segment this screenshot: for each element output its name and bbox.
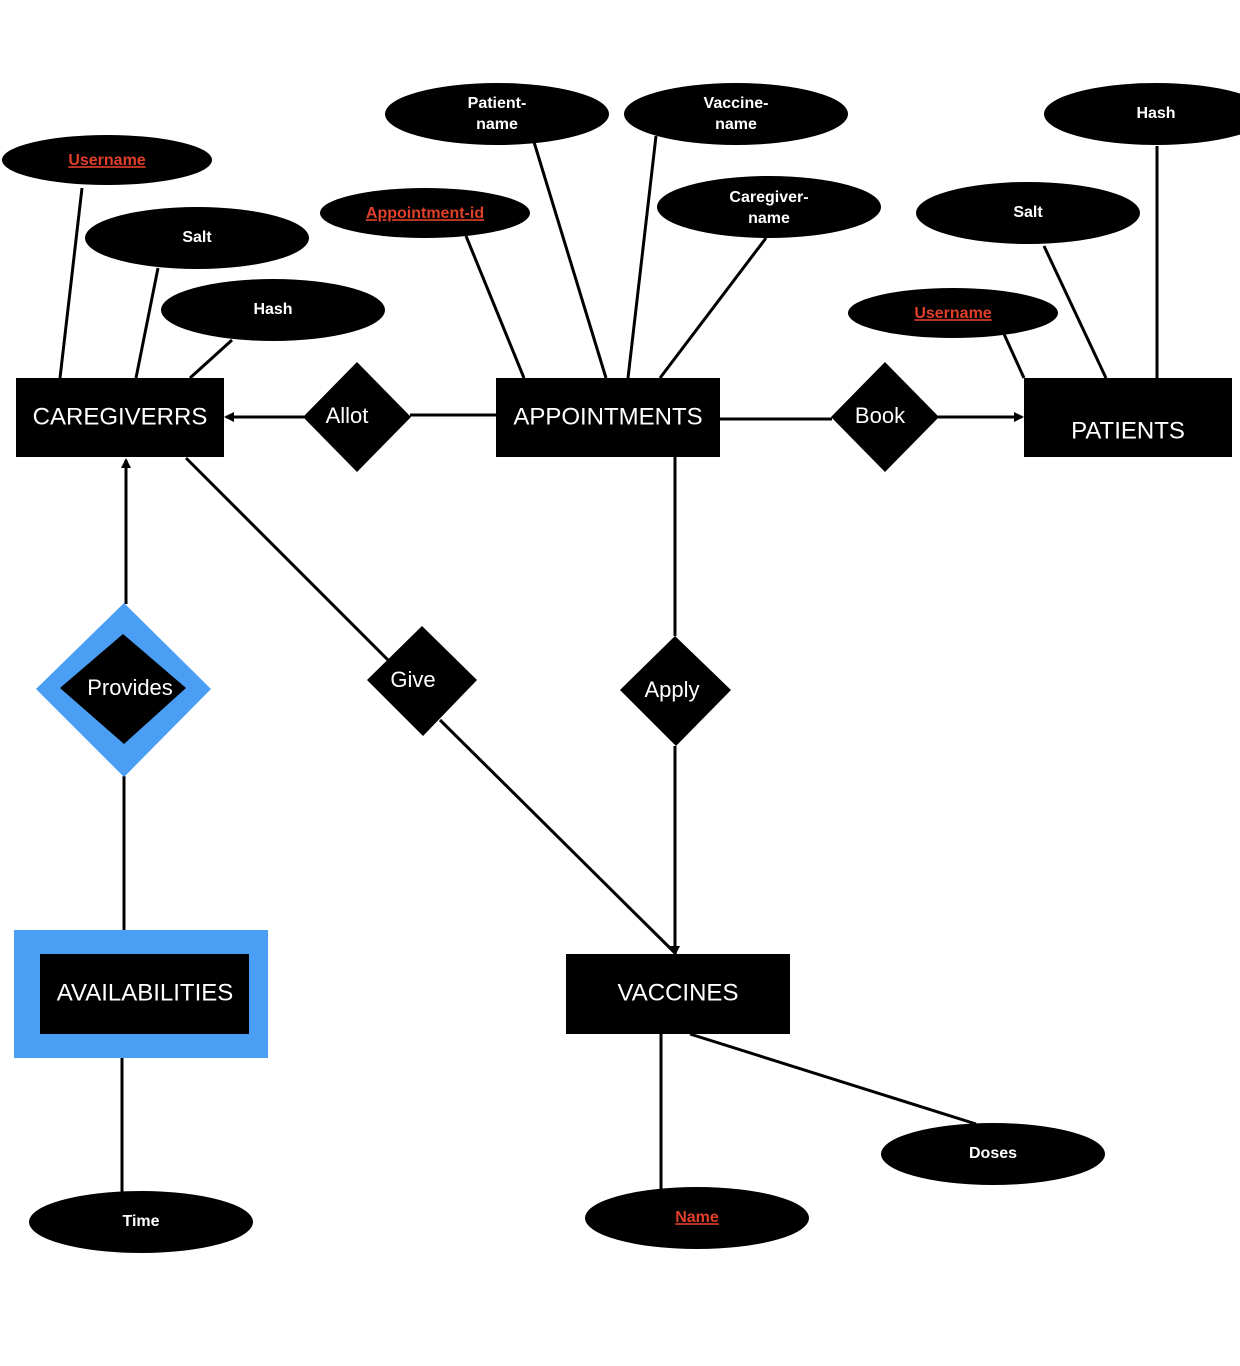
connector-vaccine-name	[626, 135, 658, 379]
attribute-caregiver-name[interactable]: Caregiver- name	[657, 176, 881, 238]
attribute-patient-hash-label: Hash	[1136, 105, 1175, 122]
attribute-vaccine-name-line1: Vaccine-	[704, 95, 769, 112]
weak-entity-availabilities[interactable]: AVAILABILITIES	[14, 930, 268, 1058]
attribute-patient-name[interactable]: Patient- name	[385, 83, 609, 145]
attribute-caregiver-name-line2: name	[748, 210, 790, 227]
entity-patients[interactable]: PATIENTS	[1024, 378, 1232, 457]
relationship-allot-label: Allot	[326, 403, 369, 428]
relationship-apply[interactable]: Apply	[620, 636, 731, 746]
connector-appointment-id	[464, 235, 526, 379]
attribute-caregiver-username-label: Username	[68, 152, 145, 169]
attribute-patient-salt-label: Salt	[1013, 204, 1043, 221]
attribute-appointment-id[interactable]: Appointment-id	[320, 188, 530, 238]
attribute-vaccine-name-key-label: Name	[675, 1209, 719, 1226]
attribute-patient-name-line2: name	[476, 116, 518, 133]
connector-patient-name	[532, 141, 608, 379]
attribute-patient-hash[interactable]: Hash	[1044, 83, 1240, 145]
attribute-vaccine-name-key[interactable]: Name	[585, 1187, 809, 1249]
attribute-patient-name-line1: Patient-	[468, 95, 527, 112]
connector-caregiver-username	[58, 187, 84, 379]
relationship-provides-label: Provides	[87, 675, 173, 700]
attribute-vaccine-doses-label: Doses	[969, 1145, 1017, 1162]
attribute-availability-time-label: Time	[122, 1213, 159, 1230]
relationship-apply-label: Apply	[644, 677, 699, 702]
attribute-caregiver-hash-label: Hash	[253, 301, 292, 318]
entity-caregivers[interactable]: CAREGIVERRS	[16, 378, 224, 457]
relationship-give-label: Give	[390, 667, 435, 692]
connector-caregivers-give	[184, 456, 390, 662]
entity-vaccines[interactable]: VACCINES	[566, 954, 790, 1034]
attribute-caregiver-hash[interactable]: Hash	[161, 279, 385, 341]
attribute-vaccine-doses[interactable]: Doses	[881, 1123, 1105, 1185]
entity-vaccines-label: VACCINES	[618, 979, 739, 1006]
connector-caregiver-salt	[134, 267, 160, 379]
attribute-patient-salt[interactable]: Salt	[916, 182, 1140, 244]
attribute-caregiver-salt-label: Salt	[182, 229, 212, 246]
entity-appointments-label: APPOINTMENTS	[513, 403, 702, 430]
connector-caregiver-name	[658, 237, 768, 379]
attribute-caregiver-username[interactable]: Username	[2, 135, 212, 185]
entity-caregivers-label: CAREGIVERRS	[33, 403, 208, 430]
entity-patients-label: PATIENTS	[1071, 417, 1185, 444]
attribute-vaccine-name[interactable]: Vaccine- name	[624, 83, 848, 145]
attribute-caregiver-name-line1: Caregiver-	[729, 189, 808, 206]
weak-relationship-provides[interactable]: Provides	[36, 603, 211, 777]
entity-appointments[interactable]: APPOINTMENTS	[496, 378, 720, 457]
attribute-caregiver-salt[interactable]: Salt	[85, 207, 309, 269]
attribute-patient-username[interactable]: Username	[848, 288, 1058, 338]
entity-availabilities-label: AVAILABILITIES	[57, 979, 234, 1006]
connector-vaccine-doses	[689, 1032, 977, 1126]
attribute-availability-time[interactable]: Time	[29, 1191, 253, 1253]
connector-caregiver-hash	[188, 338, 234, 380]
relationship-allot[interactable]: Allot	[303, 362, 411, 472]
attribute-appointment-id-label: Appointment-id	[366, 205, 484, 222]
relationship-book-label: Book	[855, 403, 906, 428]
attribute-vaccine-name-line2: name	[715, 116, 757, 133]
connector-give-vaccines	[438, 718, 678, 956]
attribute-patient-username-label: Username	[914, 305, 991, 322]
connector-patient-username	[1002, 333, 1026, 379]
relationship-book[interactable]: Book	[831, 362, 939, 472]
relationship-give[interactable]: Give	[367, 626, 477, 736]
er-diagram: CAREGIVERRS APPOINTMENTS PATIENTS AVAILA…	[2, 83, 1240, 1253]
